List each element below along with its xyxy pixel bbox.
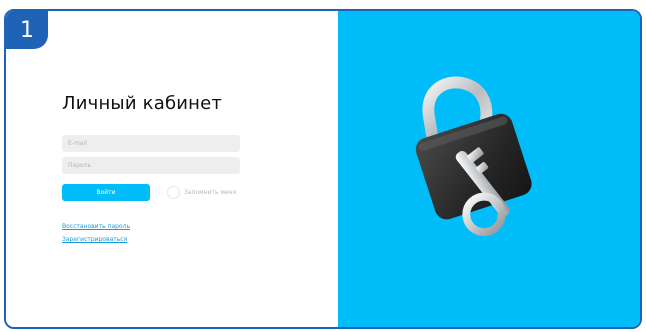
remember-label: Запомнить меня — [184, 189, 237, 196]
illustration-panel — [338, 11, 640, 327]
restore-password-link[interactable]: Восстановить пароль — [62, 223, 130, 230]
login-button[interactable]: Войти — [62, 184, 150, 201]
screen-frame: 1 Личный кабинет Войти Запомнить меня Во… — [4, 9, 642, 329]
step-badge: 1 — [6, 11, 48, 49]
register-link[interactable]: Зарегистрироваться — [62, 236, 127, 243]
login-panel: Личный кабинет Войти Запомнить меня Восс… — [6, 11, 338, 327]
remember-me[interactable]: Запомнить меня — [167, 184, 236, 201]
page-title: Личный кабинет — [62, 93, 223, 114]
padlock-with-key-icon — [415, 76, 532, 237]
remember-checkbox[interactable] — [167, 186, 180, 199]
email-field[interactable] — [62, 135, 240, 152]
password-field[interactable] — [62, 157, 240, 174]
